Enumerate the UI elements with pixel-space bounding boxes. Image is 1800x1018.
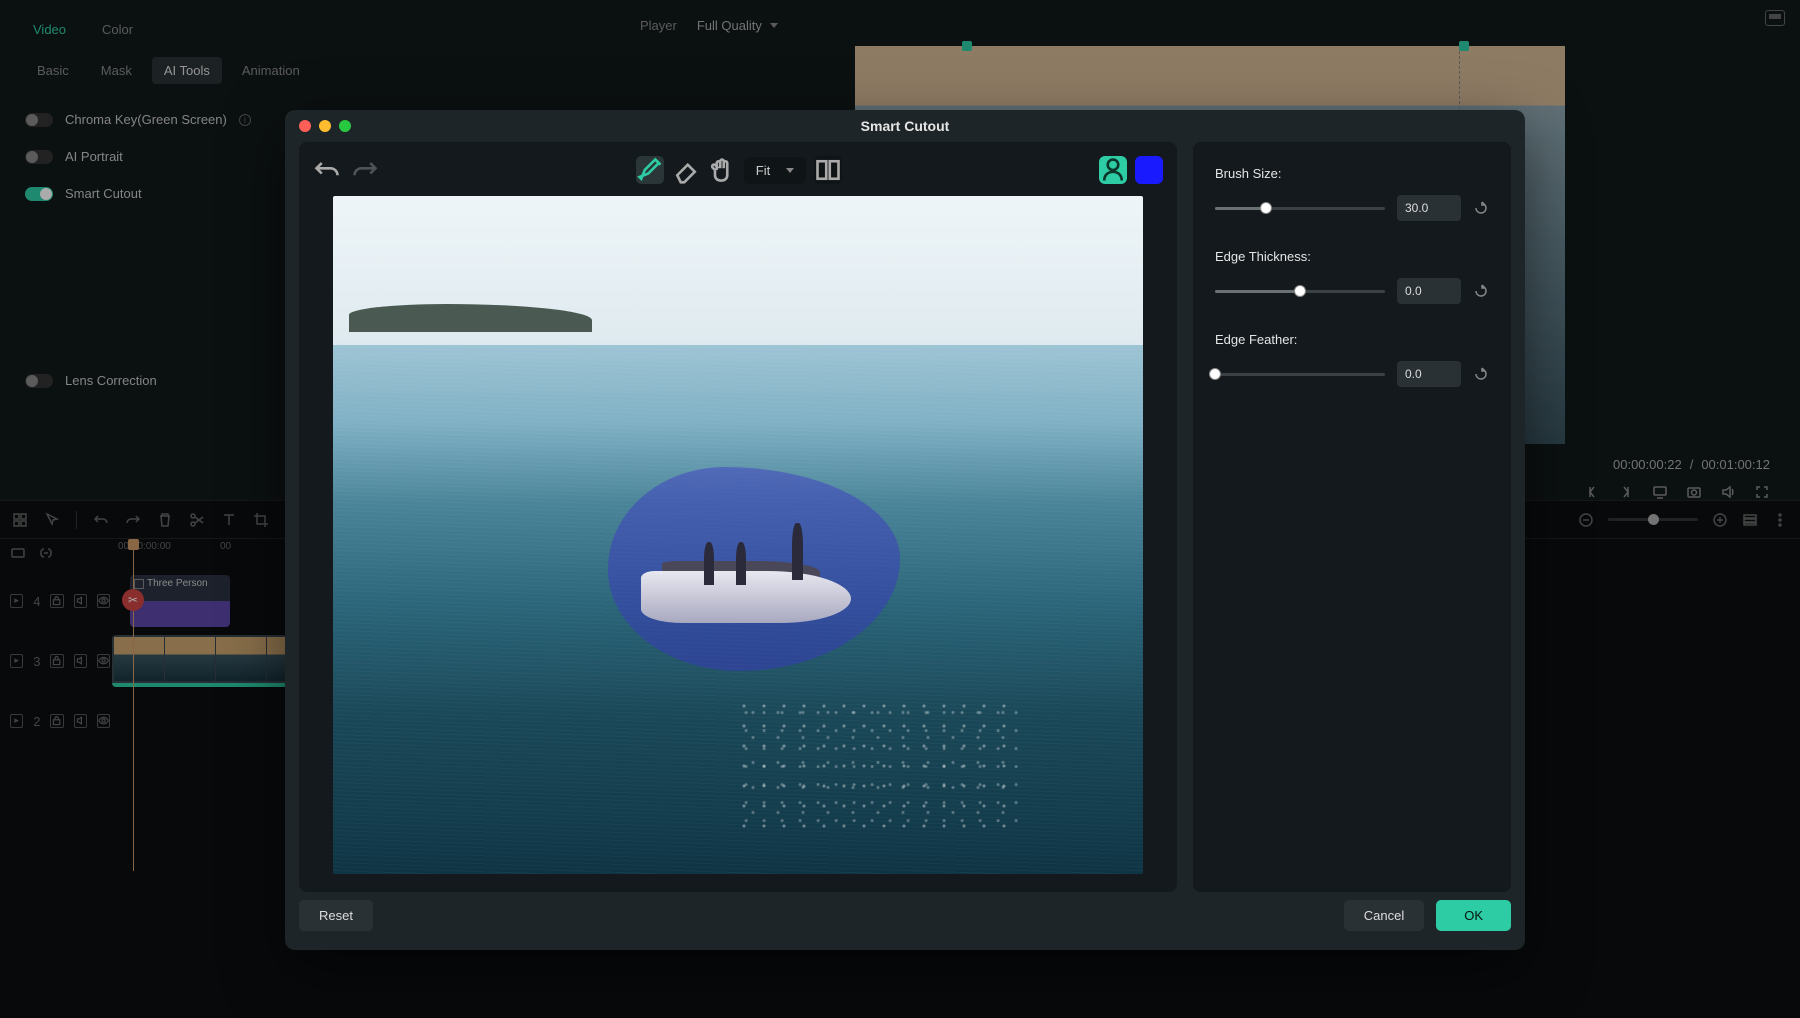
foreground-preview-button[interactable] [1099, 156, 1127, 184]
undo-button[interactable] [313, 156, 341, 184]
compare-button[interactable] [814, 156, 842, 184]
brush-size-slider[interactable] [1215, 207, 1385, 210]
edge-thickness-input[interactable]: 0.0 [1397, 278, 1461, 304]
edge-thickness-label: Edge Thickness: [1215, 249, 1489, 264]
modal-title: Smart Cutout [285, 118, 1525, 134]
cutout-canvas[interactable] [333, 196, 1143, 874]
edge-feather-reset[interactable] [1473, 366, 1489, 382]
brush-size-label: Brush Size: [1215, 166, 1489, 181]
edge-thickness-reset[interactable] [1473, 283, 1489, 299]
eraser-tool-button[interactable] [672, 156, 700, 184]
settings-panel: Brush Size: 30.0 Edge Thickness: [1193, 142, 1511, 892]
fit-label: Fit [756, 163, 770, 178]
smart-cutout-modal: Smart Cutout Fit [285, 110, 1525, 950]
reset-button[interactable]: Reset [299, 900, 373, 931]
chevron-down-icon [786, 168, 794, 173]
brush-tool-button[interactable] [636, 156, 664, 184]
redo-button[interactable] [351, 156, 379, 184]
edge-thickness-slider[interactable] [1215, 290, 1385, 293]
edge-feather-label: Edge Feather: [1215, 332, 1489, 347]
edge-feather-slider[interactable] [1215, 373, 1385, 376]
brush-size-reset[interactable] [1473, 200, 1489, 216]
edge-feather-input[interactable]: 0.0 [1397, 361, 1461, 387]
brush-size-input[interactable]: 30.0 [1397, 195, 1461, 221]
boat-subject [641, 528, 852, 623]
pan-tool-button[interactable] [708, 156, 736, 184]
cancel-button[interactable]: Cancel [1344, 900, 1424, 931]
ok-button[interactable]: OK [1436, 900, 1511, 931]
mask-color-swatch[interactable] [1135, 156, 1163, 184]
zoom-fit-select[interactable]: Fit [744, 157, 806, 184]
